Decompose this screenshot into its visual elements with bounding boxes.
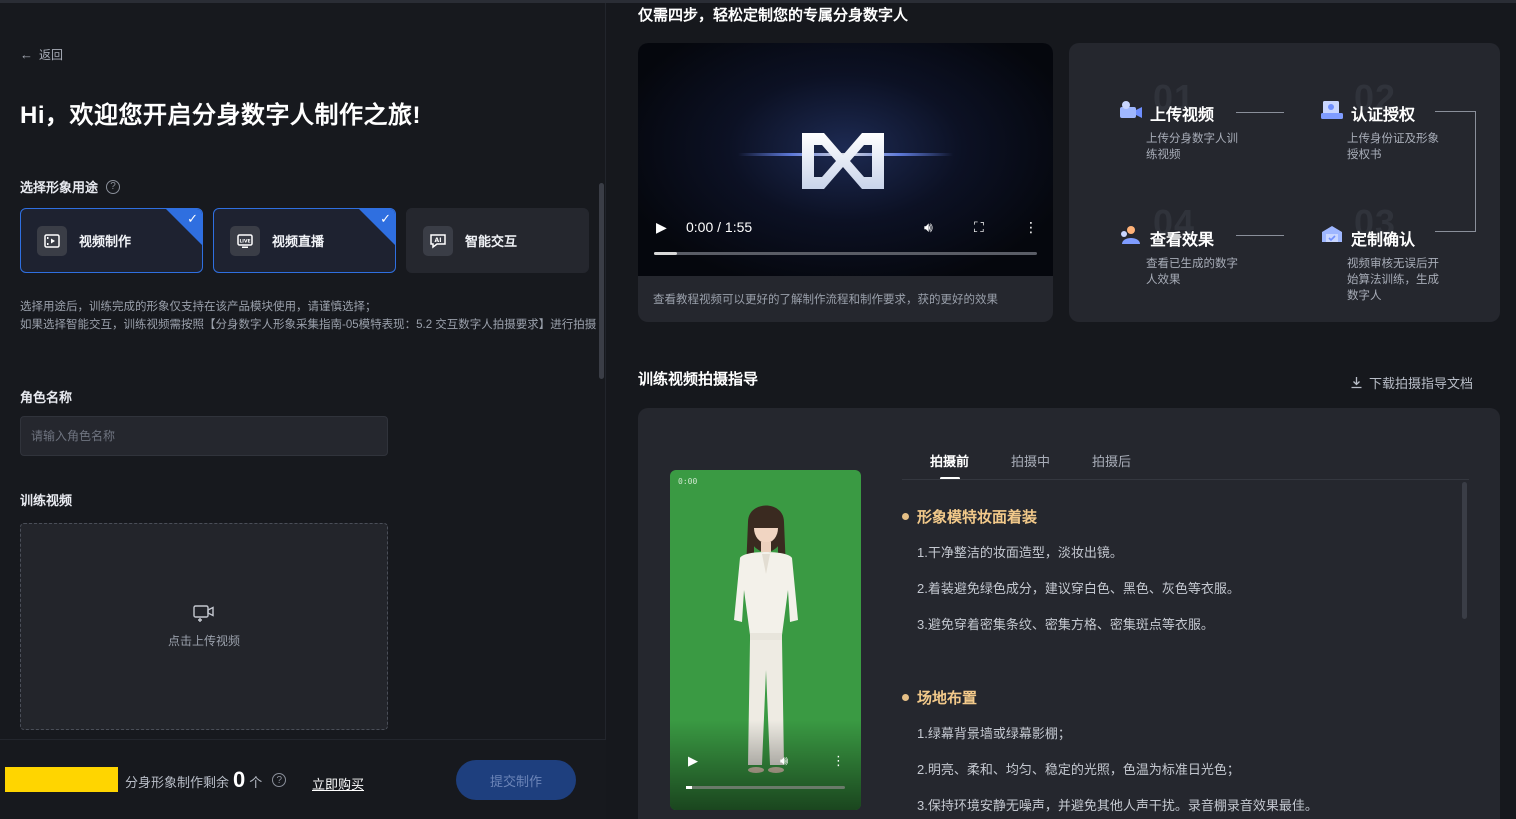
tab-after-shooting[interactable]: 拍摄后	[1092, 451, 1131, 478]
confirm-icon	[1322, 226, 1342, 242]
play-icon[interactable]: ▶	[688, 753, 698, 769]
remaining-prefix: 分身形象制作剩余	[125, 775, 230, 790]
role-name-label: 角色名称	[20, 387, 72, 406]
download-guide-link[interactable]: 下载拍摄指导文档	[1350, 373, 1473, 392]
redacted-highlight	[5, 767, 118, 792]
video-progress-fill	[654, 252, 677, 255]
submit-button[interactable]: 提交制作	[456, 760, 576, 800]
purpose-card-video-production[interactable]: 视频制作 ✓	[20, 208, 203, 273]
steps-card: 01 上传视频 上传分身数字人训练视频 02 认证授权 上传身份证及形象授权书 …	[1069, 43, 1500, 322]
remaining-quota: 分身形象制作剩余 0 个 ?	[125, 767, 287, 793]
left-scrollbar[interactable]	[599, 183, 604, 379]
card-label: 视频直播	[272, 234, 325, 249]
page-title: Hi，欢迎您开启分身数字人制作之旅!	[20, 102, 421, 129]
guide-title: 训练视频拍摄指导	[638, 371, 759, 388]
video-time: 0:00 / 1:55	[686, 219, 753, 235]
bullet-dot	[902, 694, 909, 701]
back-link[interactable]: ← 返回	[20, 46, 63, 63]
purpose-note: 选择用途后，训练完成的形象仅支持在该产品模块使用，请谨慎选择； 如果选择智能交互…	[20, 298, 600, 334]
purpose-label-text: 选择形象用途	[20, 180, 99, 195]
note-line: 如果选择智能交互，训练视频需按照【分身数字人形象采集指南-05模特表现：5.2 …	[20, 319, 597, 331]
tutorial-video-player[interactable]: ▶ 0:00 / 1:55 🔊︎ ⛶ ⋮	[638, 43, 1053, 276]
tab-divider	[902, 479, 1469, 480]
video-upload-dropzone[interactable]: 点击上传视频	[20, 523, 388, 730]
card-label: 智能交互	[465, 234, 518, 249]
purpose-card-group: 视频制作 ✓ LIVE 视频直播 ✓ AI 智能交互	[20, 208, 589, 273]
svg-text:AI: AI	[435, 237, 442, 244]
step-desc: 上传身份证及形象授权书	[1347, 133, 1439, 161]
guide-line: 1.绿幕背景墙或绿幕影棚；	[917, 726, 1071, 741]
card-label: 视频制作	[79, 234, 132, 249]
step-name: 定制确认	[1351, 232, 1416, 249]
bullet-dot	[902, 513, 909, 520]
more-options-icon[interactable]: ⋮	[832, 753, 845, 769]
auth-icon	[1321, 101, 1343, 119]
step-connector	[1475, 111, 1476, 231]
checkmark-icon: ✓	[380, 211, 391, 226]
purpose-card-smart-interaction[interactable]: AI 智能交互	[406, 208, 589, 273]
remaining-count: 0	[233, 767, 246, 792]
guide-line: 1.干净整洁的妆面造型，淡妆出镜。	[917, 545, 1123, 560]
note-line: 选择用途后，训练完成的形象仅支持在该产品模块使用，请谨慎选择；	[20, 301, 377, 313]
volume-icon[interactable]: 🔊︎	[780, 753, 788, 769]
purpose-card-live-stream[interactable]: LIVE 视频直播 ✓	[213, 208, 396, 273]
step-name: 认证授权	[1351, 107, 1416, 124]
help-icon[interactable]: ?	[106, 179, 121, 194]
tutorial-video-card: ▶ 0:00 / 1:55 🔊︎ ⛶ ⋮ 查看教程视频可以更好的了解制作流程和制…	[638, 43, 1053, 322]
film-icon	[37, 225, 67, 256]
guide-line: 3.保持环境安静无噪声，并避免其他人声干扰。录音棚录音效果最佳。	[917, 798, 1318, 813]
step-desc: 视频审核无误后开始算法训练，生成数字人	[1347, 258, 1439, 302]
step-desc: 上传分身数字人训练视频	[1146, 133, 1238, 161]
guide-scrollbar[interactable]	[1462, 482, 1467, 619]
step-desc: 查看已生成的数字人效果	[1146, 258, 1238, 286]
section-title-makeup: 形象模特妆面着装	[902, 506, 1037, 527]
fullscreen-icon[interactable]: ⛶	[974, 219, 984, 236]
role-name-label-text: 角色名称	[20, 390, 73, 405]
download-icon	[1351, 377, 1362, 389]
guide-tabs: 拍摄前 拍摄中 拍摄后	[902, 451, 1131, 478]
video-progress-bar[interactable]	[654, 252, 1037, 255]
phone-progress-bar[interactable]	[686, 786, 845, 789]
tab-before-shooting[interactable]: 拍摄前	[930, 451, 969, 478]
steps-title: 仅需四步，轻松定制您的专属分身数字人	[638, 7, 909, 24]
buy-now-link[interactable]: 立即购买	[312, 774, 364, 793]
help-icon[interactable]: ?	[272, 773, 287, 787]
training-video-label-text: 训练视频	[20, 493, 73, 508]
section-title-text: 形象模特妆面着装	[917, 509, 1038, 526]
upload-video-icon	[193, 605, 214, 622]
ai-chat-icon: AI	[423, 225, 453, 256]
volume-icon[interactable]: 🔊︎	[924, 219, 933, 236]
remaining-unit: 个	[249, 775, 263, 790]
purpose-section-label: 选择形象用途 ?	[20, 177, 121, 196]
play-icon[interactable]: ▶	[656, 219, 667, 236]
live-icon: LIVE	[230, 225, 260, 256]
step-name: 查看效果	[1150, 232, 1215, 249]
checkmark-icon: ✓	[187, 211, 198, 226]
arrow-left-icon: ←	[20, 47, 33, 62]
upload-video-icon	[1120, 101, 1142, 118]
video-caption: 查看教程视频可以更好的了解制作流程和制作要求，获的更好的效果	[653, 294, 998, 306]
brand-logo-icon	[802, 133, 884, 189]
step-name: 上传视频	[1150, 107, 1215, 124]
tab-during-shooting[interactable]: 拍摄中	[1011, 451, 1050, 478]
back-label: 返回	[39, 48, 64, 62]
phone-progress-fill	[686, 786, 692, 789]
view-result-icon	[1121, 226, 1140, 244]
download-label: 下载拍摄指导文档	[1369, 376, 1474, 391]
step-connector	[1435, 231, 1476, 232]
guide-line: 2.着装避免绿色成分，建议穿白色、黑色、灰色等衣服。	[917, 581, 1240, 596]
upload-text: 点击上传视频	[167, 634, 240, 648]
sample-video-player[interactable]: 0:00 ▶ 🔊︎ ⋮	[670, 470, 861, 810]
guide-line: 2.明亮、柔和、均匀、稳定的光照，色温为标准日光色；	[917, 762, 1240, 777]
role-name-input[interactable]	[20, 416, 388, 456]
more-options-icon[interactable]: ⋮	[1024, 219, 1038, 236]
guide-line: 3.避免穿着密集条纹、密集方格、密集斑点等衣服。	[917, 617, 1214, 632]
step-connector	[1236, 235, 1284, 236]
section-title-text: 场地布置	[917, 690, 978, 707]
step-connector	[1435, 111, 1475, 112]
step-connector	[1236, 112, 1284, 113]
section-title-venue: 场地布置	[902, 687, 977, 708]
training-video-label: 训练视频	[20, 490, 72, 509]
svg-text:LIVE: LIVE	[239, 238, 250, 244]
